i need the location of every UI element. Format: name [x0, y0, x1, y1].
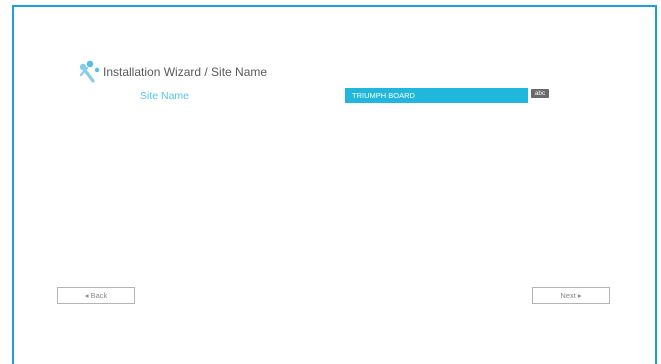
next-button[interactable]: Next ▸ — [532, 287, 610, 304]
wizard-header: Installation Wizard / Site Name — [78, 58, 267, 86]
back-button[interactable]: ◂ Back — [57, 287, 135, 304]
site-name-input[interactable]: TRIUMPH BOARD — [345, 88, 528, 103]
site-name-label: Site Name — [140, 90, 190, 102]
wizard-tools-icon — [79, 60, 100, 83]
page-title: Installation Wizard / Site Name — [103, 65, 268, 79]
keyboard-button[interactable]: abc — [531, 89, 549, 98]
